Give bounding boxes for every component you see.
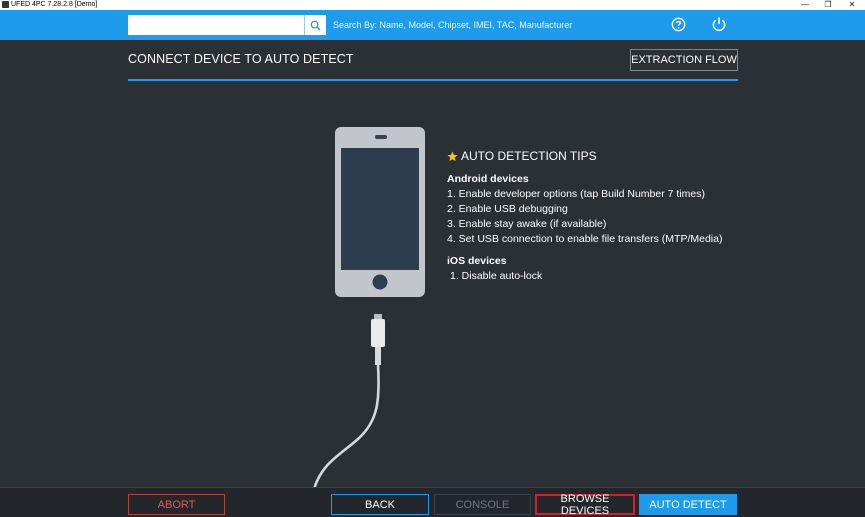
- restore-button[interactable]: ❐: [818, 0, 838, 10]
- star-icon: [447, 150, 458, 161]
- android-step: 1. Enable developer options (tap Build N…: [447, 188, 705, 200]
- search-input[interactable]: [128, 15, 304, 35]
- android-heading: Android devices: [447, 173, 529, 185]
- top-toolbar: Search By: Name, Model, Chipset, IMEI, T…: [0, 10, 865, 40]
- back-button[interactable]: BACK: [331, 494, 429, 515]
- footer-bar: ABORT BACK CONSOLE BROWSE DEVICES AUTO D…: [0, 487, 865, 517]
- extraction-flow-button[interactable]: EXTRACTION FLOW: [630, 49, 738, 71]
- console-button[interactable]: CONSOLE: [434, 494, 531, 515]
- android-step: 2. Enable USB debugging: [447, 203, 568, 215]
- search-icon: [310, 20, 321, 31]
- abort-button[interactable]: ABORT: [128, 494, 225, 515]
- usb-cable-illustration: [312, 314, 385, 489]
- ios-tips: iOS devices 1. Disable auto-lock: [447, 254, 542, 284]
- android-step: 3. Enable stay awake (if available): [447, 218, 607, 230]
- ios-step: 1. Disable auto-lock: [450, 270, 543, 282]
- auto-detect-button[interactable]: AUTO DETECT: [639, 494, 737, 515]
- browse-devices-button[interactable]: BROWSE DEVICES: [535, 493, 635, 517]
- search-button[interactable]: [304, 15, 326, 35]
- app-icon: [2, 1, 9, 8]
- tips-title: AUTO DETECTION TIPS: [461, 149, 597, 163]
- ios-heading: iOS devices: [447, 255, 507, 267]
- window-titlebar: UFED 4PC 7.28.2.8 [Demo] — ❐ ✕: [0, 0, 865, 10]
- auto-detection-tips: AUTO DETECTION TIPS Android devices 1. E…: [447, 148, 747, 282]
- android-step: 4. Set USB connection to enable file tra…: [447, 233, 723, 245]
- power-icon[interactable]: [711, 16, 727, 32]
- search-hint: Search By: Name, Model, Chipset, IMEI, T…: [333, 20, 573, 30]
- minimize-button[interactable]: —: [795, 0, 815, 10]
- window-title: UFED 4PC 7.28.2.8 [Demo]: [11, 1, 98, 8]
- header-divider: [128, 79, 738, 81]
- android-tips: Android devices 1. Enable developer opti…: [447, 172, 722, 247]
- tips-header: AUTO DETECTION TIPS: [447, 148, 747, 164]
- help-icon[interactable]: [671, 17, 686, 32]
- page-title: CONNECT DEVICE TO AUTO DETECT: [128, 52, 354, 66]
- phone-illustration: [335, 127, 425, 297]
- close-window-button[interactable]: ✕: [842, 0, 862, 10]
